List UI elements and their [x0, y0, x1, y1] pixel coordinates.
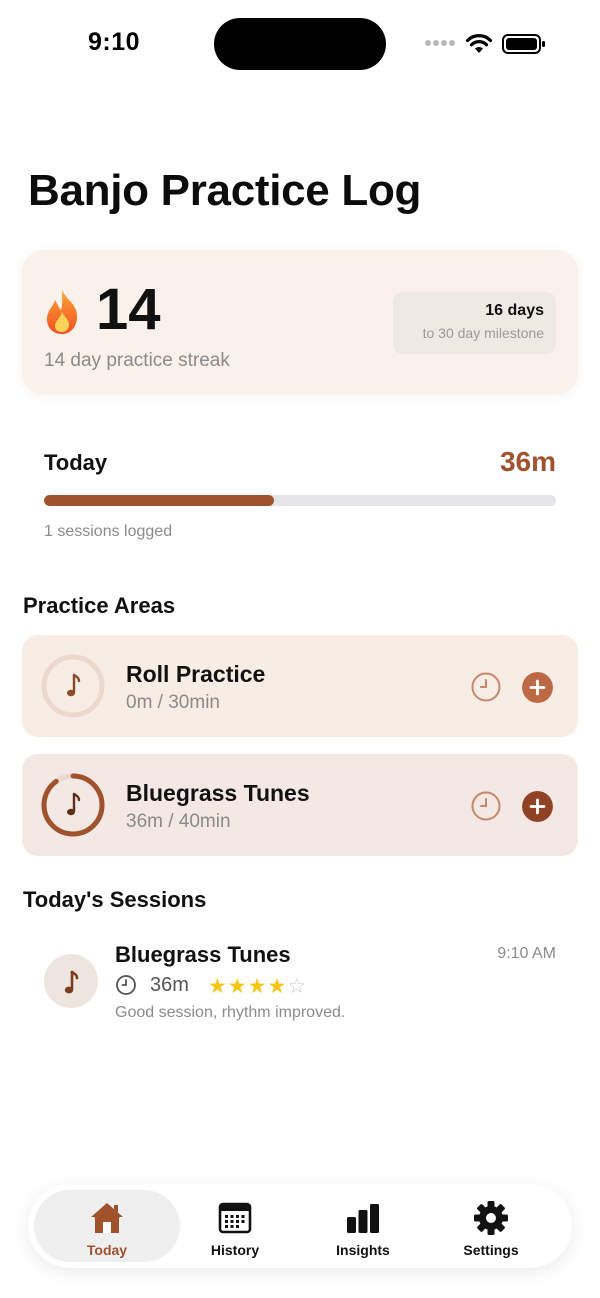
session-note: Good session, rhythm improved. [115, 1004, 346, 1021]
practice-area-name: Bluegrass Tunes [126, 780, 310, 806]
milestone-badge: 16 days to 30 day milestone [393, 292, 556, 354]
star-filled-icon: ★ [267, 975, 288, 998]
progress-ring [41, 773, 105, 837]
today-total: 36m [499, 446, 556, 477]
session-avatar [44, 954, 98, 1008]
music-note-icon [67, 673, 81, 697]
tab-today[interactable]: Today [34, 1190, 180, 1262]
todays-sessions-title: Today's Sessions [23, 887, 207, 912]
music-note-icon [64, 970, 79, 994]
streak-label: 14 day practice streak [44, 350, 230, 371]
tab-label: Insights [336, 1242, 390, 1258]
gear-icon [474, 1201, 508, 1235]
add-session-button[interactable] [522, 791, 553, 822]
status-bar: 9:10 [0, 0, 600, 90]
clock-icon[interactable] [470, 790, 502, 822]
practice-area-card[interactable]: Bluegrass Tunes 36m / 40min [22, 754, 578, 856]
star-empty-icon: ☆ [287, 975, 308, 998]
tab-label: History [210, 1242, 260, 1258]
practice-area-name: Roll Practice [126, 661, 266, 687]
house-icon [91, 1203, 123, 1233]
tab-history[interactable]: History [162, 1190, 308, 1262]
session-time: 9:10 AM [497, 945, 556, 962]
wifi-icon [465, 34, 493, 53]
tab-label: Settings [463, 1242, 519, 1258]
tab-bar: Today History Insights Settings [28, 1184, 572, 1268]
streak-card: 14 14 day practice streak 16 days to 30 … [22, 250, 578, 394]
practice-area-progress: 0m / 30min [126, 692, 220, 713]
battery-icon [502, 34, 545, 54]
star-filled-icon: ★ [208, 975, 228, 998]
calendar-icon [218, 1202, 252, 1234]
streak-count: 14 [96, 277, 161, 342]
clock-icon [116, 975, 136, 995]
session-name: Bluegrass Tunes [115, 942, 291, 967]
milestone-days: 16 days [485, 302, 544, 319]
clock-icon[interactable] [470, 671, 502, 703]
dynamic-island [214, 18, 386, 70]
bar-chart-icon [347, 1204, 379, 1233]
tab-insights[interactable]: Insights [290, 1190, 436, 1262]
music-note-icon [67, 792, 81, 816]
tab-settings[interactable]: Settings [418, 1190, 564, 1262]
flame-icon [47, 290, 78, 334]
practice-areas-title: Practice Areas [23, 593, 176, 618]
add-session-button[interactable] [522, 672, 553, 703]
today-progress-bar [44, 495, 556, 506]
star-rating: ★★★★☆ [208, 974, 307, 999]
star-filled-icon: ★ [227, 975, 248, 998]
page-title: Banjo Practice Log [28, 166, 422, 215]
session-list-item[interactable]: Bluegrass Tunes 9:10 AM 36m ★★★★☆ Good s… [0, 930, 600, 1030]
tab-label: Today [86, 1242, 128, 1258]
today-progress-fill [44, 495, 275, 506]
session-duration: 36m [150, 974, 189, 996]
today-label: Today [44, 450, 108, 475]
star-filled-icon: ★ [247, 975, 268, 998]
milestone-caption: to 30 day milestone [422, 325, 544, 341]
sessions-logged-count: 1 sessions logged [44, 523, 173, 540]
cellular-signal-icon [425, 40, 457, 48]
practice-area-progress: 36m / 40min [126, 811, 231, 832]
status-time: 9:10 [88, 28, 141, 56]
progress-ring [41, 654, 105, 718]
practice-area-card[interactable]: Roll Practice 0m / 30min [22, 635, 578, 737]
